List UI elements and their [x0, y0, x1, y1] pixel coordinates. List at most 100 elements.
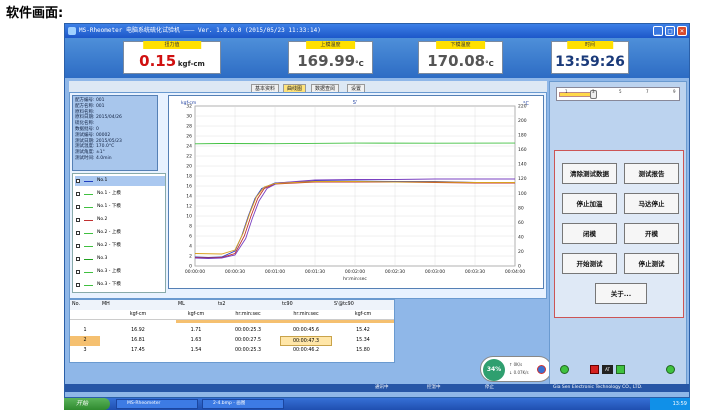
gauge-down-value: 0.07K/s: [513, 370, 529, 375]
x-tick-label: 00:01:30: [305, 269, 325, 275]
close-button[interactable]: ×: [677, 26, 687, 36]
table-cell: 15.42: [356, 328, 370, 333]
action-button-3[interactable]: 马达停止: [624, 193, 679, 214]
legend-checkbox[interactable]: [76, 205, 80, 209]
y2-tick-label: 160: [518, 147, 527, 153]
action-button-2[interactable]: 停止加温: [562, 193, 617, 214]
y-tick-label: 0: [189, 264, 192, 270]
upper-temp-label: 上模温度: [305, 41, 356, 49]
lower-temp-label: 下模温度: [435, 41, 486, 49]
legend-swatch: [84, 285, 93, 286]
y-axis-label: kgf-cm: [181, 100, 196, 106]
action-button-6[interactable]: 开始测试: [562, 253, 617, 274]
legend-label: No.3 - 下模: [97, 282, 121, 287]
action-button-7[interactable]: 停止测试: [624, 253, 679, 274]
start-button[interactable]: 开始: [64, 398, 110, 410]
test-slider[interactable]: 1 3 5 7 9: [556, 87, 680, 101]
status-stop: 停止: [485, 385, 494, 390]
slider-tick: 5: [619, 89, 622, 94]
legend-item[interactable]: No.3 - 下模: [75, 280, 165, 290]
info-line: 测试时间: 4.0min: [75, 155, 112, 161]
window-title: MS-Rheometer 电脑系统硫化试验机 ——— Ver. 1.0.0.0 …: [79, 27, 321, 34]
legend-item[interactable]: No.2 - 下模: [75, 241, 165, 251]
action-button-4[interactable]: 闭模: [562, 223, 617, 244]
y-tick-label: 30: [186, 114, 192, 120]
y2-tick-label: 60: [518, 220, 524, 226]
maximize-button[interactable]: □: [665, 26, 675, 36]
lower-temp-value: 170.08: [427, 52, 486, 70]
legend-checkbox[interactable]: [76, 283, 80, 287]
y-tick-label: 24: [186, 144, 192, 150]
y2-tick-label: 40: [518, 234, 524, 240]
table-unit: kgf-cm: [176, 310, 216, 320]
legend-checkbox[interactable]: [76, 192, 80, 196]
legend-checkbox[interactable]: [76, 218, 80, 222]
series-legend: No.1 No.1 - 上模 No.1 - 下模 No.2 No.2 - 上模 No.2 …: [72, 173, 166, 293]
chart-svg: 0246810121416182022242628303202040608010…: [181, 100, 530, 282]
x-tick-label: 00:00:30: [225, 269, 245, 275]
slider-tick: 1: [565, 89, 568, 94]
legend-item[interactable]: No.3 - 上模: [75, 267, 165, 277]
legend-item[interactable]: No.2 - 上模: [75, 228, 165, 238]
upper-temp-panel: 上模温度 169.99°C: [288, 41, 373, 74]
table-cell: 1.54: [190, 348, 202, 353]
table-header: No.: [70, 300, 100, 310]
task-rheometer[interactable]: MS-Rheometer: [116, 399, 198, 409]
taskbar: 开始 MS-Rheometer 2-4.bmp - 画图 13:59: [64, 398, 690, 410]
action-button-0[interactable]: 清除测试数据: [562, 163, 617, 184]
legend-label: No.1: [97, 178, 108, 183]
table-cell: 16.81: [131, 338, 145, 343]
legend-checkbox[interactable]: [76, 244, 80, 248]
alarm-light-icon: [590, 365, 599, 374]
table-cell: 15.80: [356, 348, 370, 353]
legend-checkbox[interactable]: [76, 179, 80, 183]
task-paint[interactable]: 2-4.bmp - 画图: [202, 399, 284, 409]
legend-label: No.1 - 上模: [97, 191, 121, 196]
table-unit: hr:min:sec: [280, 310, 332, 320]
status-comm: 通讯中: [375, 385, 389, 390]
status-light-right-icon: [666, 365, 675, 374]
gauge-up: ↑ 0K/s: [509, 362, 523, 367]
table-unit: [70, 310, 100, 320]
legend-checkbox[interactable]: [76, 270, 80, 274]
table-header: S'@tc90: [332, 300, 394, 310]
legend-checkbox[interactable]: [76, 257, 80, 261]
table-unit: kgf-cm: [332, 310, 394, 320]
y-tick-label: 18: [186, 174, 192, 180]
y2-tick-label: 180: [518, 133, 527, 139]
y-tick-label: 8: [189, 224, 192, 230]
lower-temp-unit: °C: [485, 60, 494, 68]
time-value: 13:59:26: [555, 54, 625, 70]
table-cell: 00:00:25.3: [234, 328, 262, 333]
legend-item[interactable]: No.3: [75, 254, 165, 264]
company-name: Gia Sen Electronic Technology CO., LTD.: [553, 385, 643, 390]
legend-item[interactable]: No.1: [75, 176, 165, 186]
action-button-5[interactable]: 开模: [624, 223, 679, 244]
gauge-icon: [537, 365, 546, 374]
legend-item[interactable]: No.2: [75, 215, 165, 225]
taskbar-clock: 13:59: [650, 398, 690, 410]
y2-axis-label: °C: [523, 101, 530, 107]
legend-item[interactable]: No.1 - 上模: [75, 189, 165, 199]
legend-swatch: [84, 207, 93, 208]
main-panel: 配方编号: 001 配方名称: 001 原料名称: 原料日期: 2015/04/26 硫…: [69, 92, 547, 313]
legend-item[interactable]: No.1 - 下模: [75, 202, 165, 212]
control-panel: 1 3 5 7 9 清除测试数据 测试报告 停止加温 马达停止 闭模 开模 开始测试 停止测试关于..…: [549, 81, 687, 391]
minimize-button[interactable]: _: [653, 26, 663, 36]
table-header: ts2: [216, 300, 280, 310]
table-unit: kgf-cm: [100, 310, 176, 320]
y2-tick-label: 120: [518, 176, 527, 182]
legend-label: No.2 - 下模: [97, 243, 121, 248]
torque-panel: 扭力值 0.15 kgf-cm: [123, 41, 221, 74]
legend-checkbox[interactable]: [76, 231, 80, 235]
y-tick-label: 26: [186, 134, 192, 140]
y-tick-label: 28: [186, 124, 192, 130]
gauge-up-value: 0K/s: [513, 362, 523, 367]
action-button-1[interactable]: 测试报告: [624, 163, 679, 184]
legend-label: No.3 - 上模: [97, 269, 121, 274]
table-cell: 00:00:27.5: [234, 338, 262, 343]
time-panel: 时间 13:59:26: [551, 41, 629, 74]
legend-swatch: [84, 246, 93, 247]
test-info-panel: 配方编号: 001 配方名称: 001 原料名称: 原料日期: 2015/04/26 硫…: [72, 95, 158, 171]
action-button-8[interactable]: 关于...: [595, 283, 647, 304]
